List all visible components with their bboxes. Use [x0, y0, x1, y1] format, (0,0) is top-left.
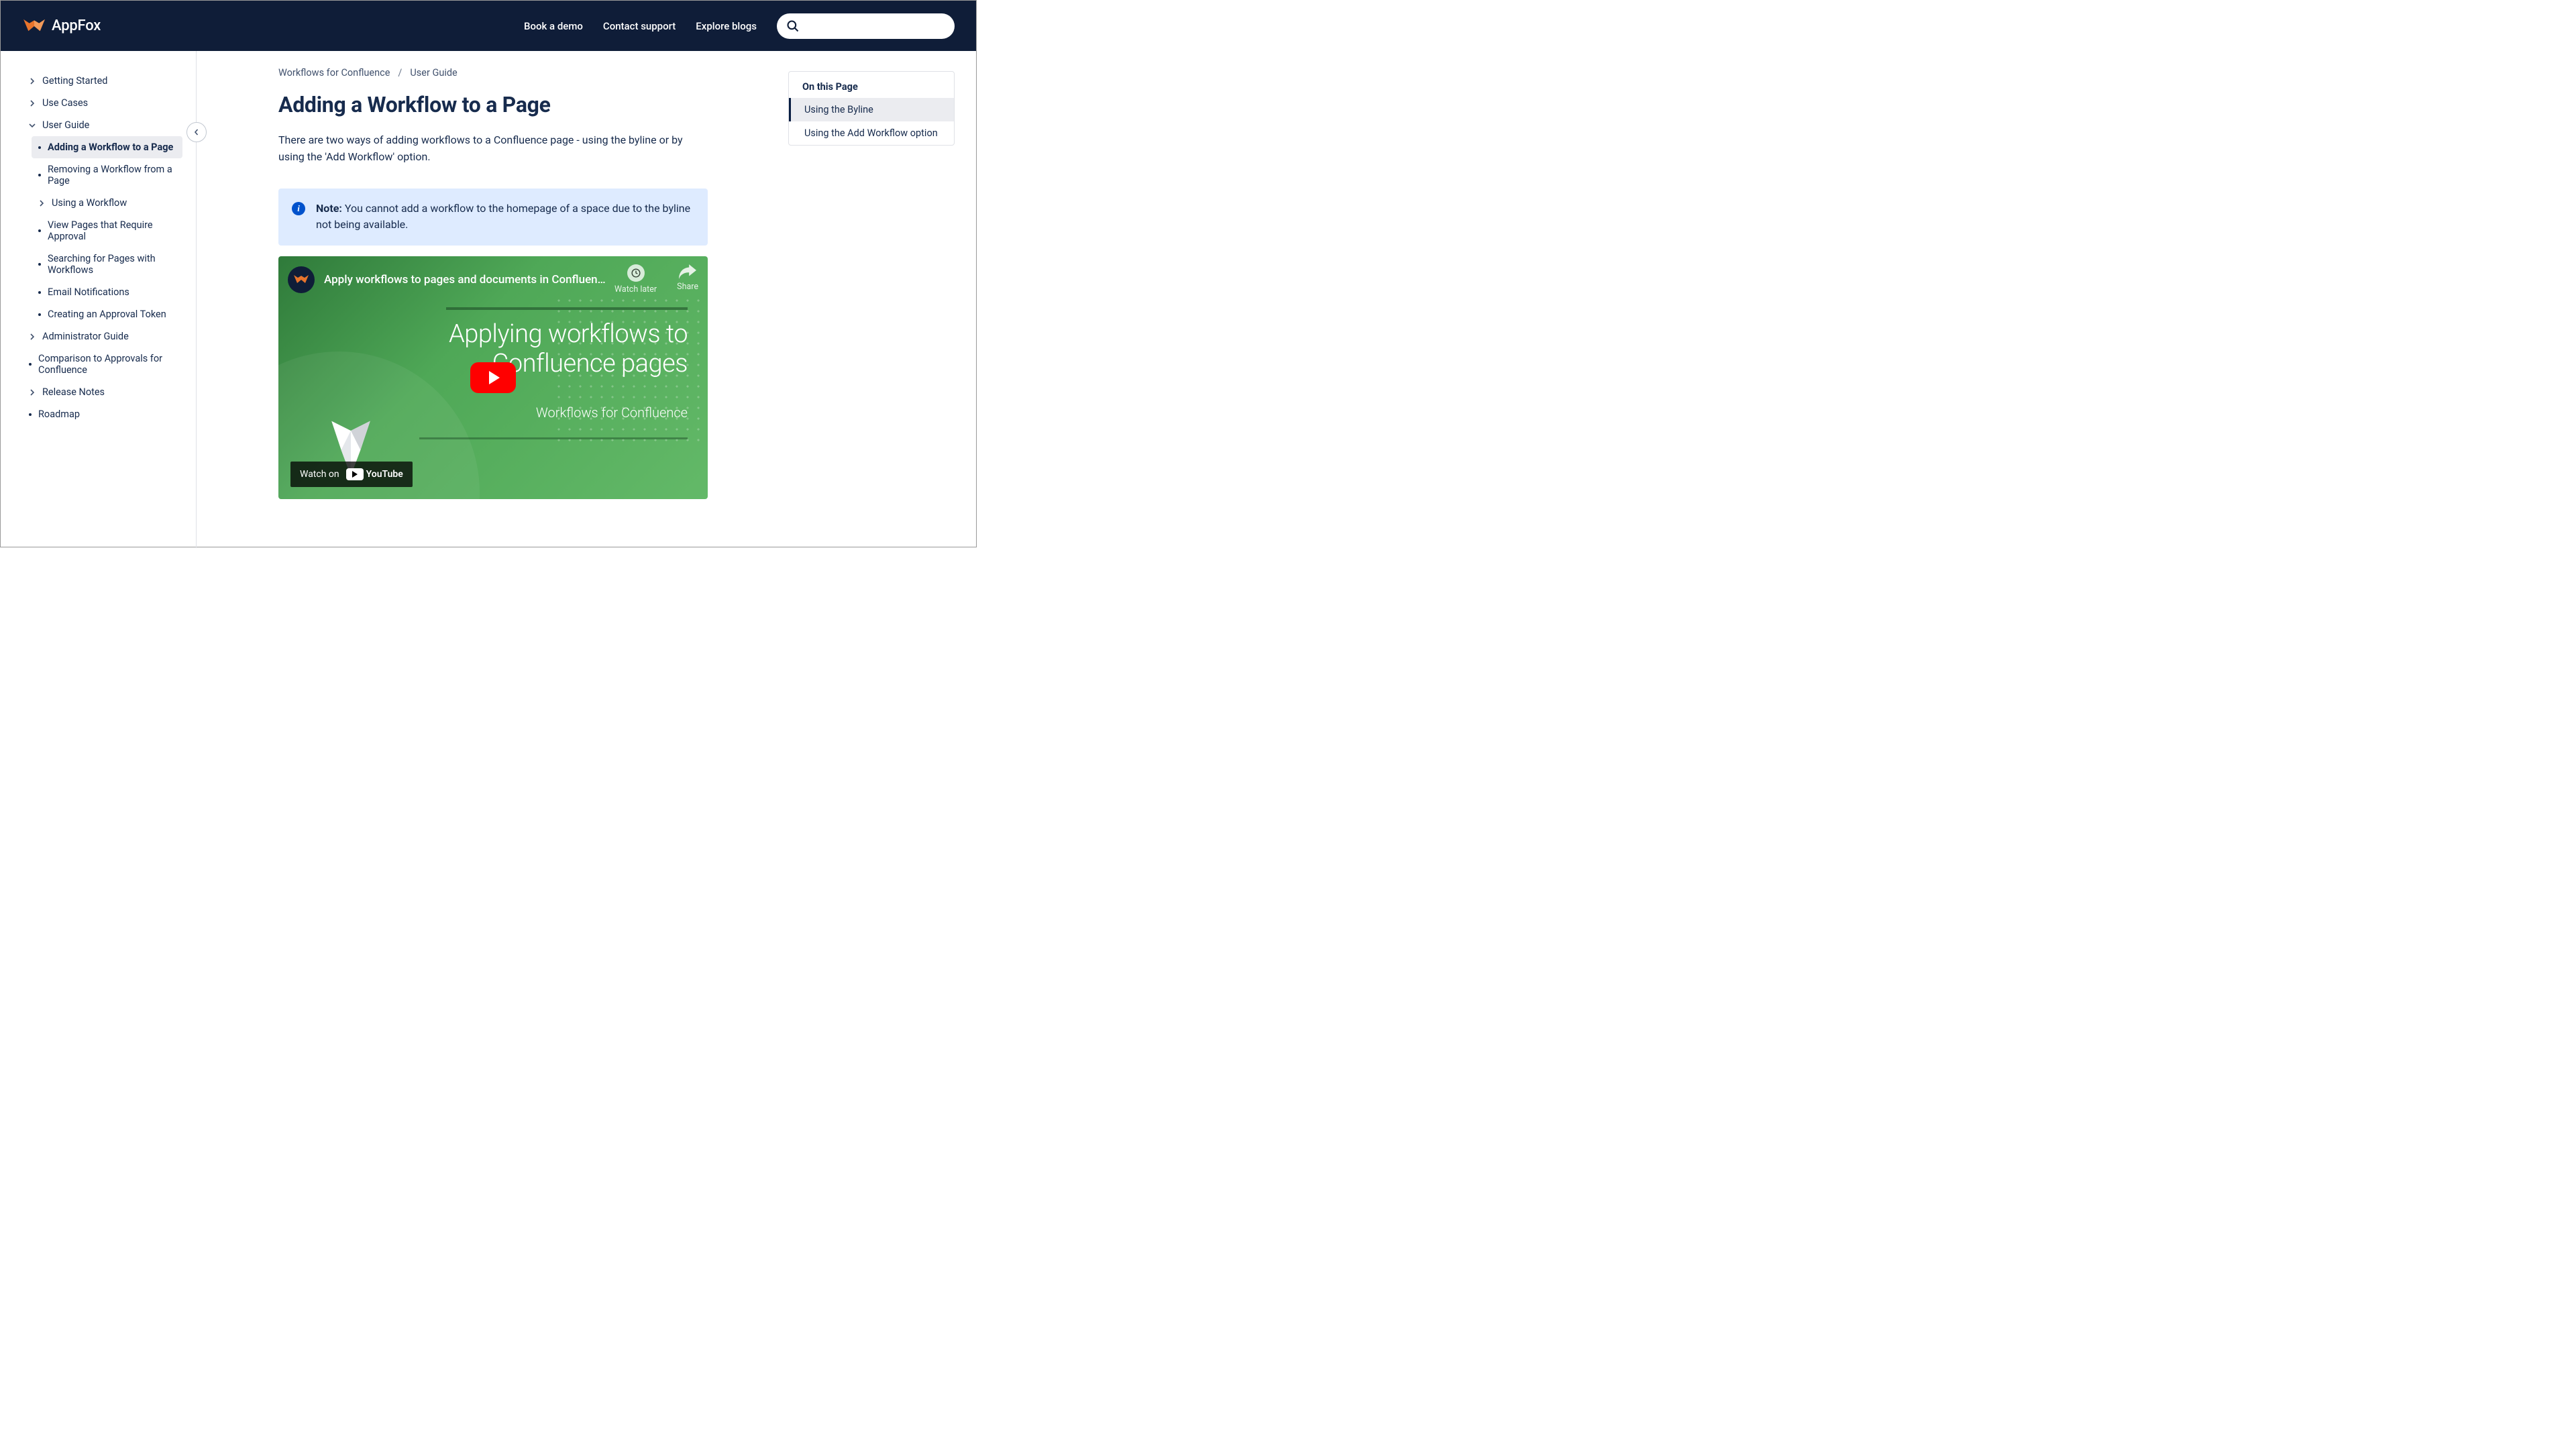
nav-roadmap[interactable]: Roadmap [22, 403, 182, 425]
youtube-logo: YouTube [346, 468, 403, 480]
header-link-blogs[interactable]: Explore blogs [696, 20, 757, 32]
overlay-subline: Workflows for Confluence [449, 405, 688, 421]
bullet-icon [38, 291, 41, 294]
share-icon [679, 264, 696, 279]
nav-label: Creating an Approval Token [48, 309, 166, 320]
note-label: Note: [316, 202, 342, 215]
nav-view-pages-approval[interactable]: View Pages that Require Approval [32, 214, 182, 248]
toc-item-add-workflow[interactable]: Using the Add Workflow option [789, 121, 954, 145]
video-embed[interactable]: Apply workflows to pages and documents i… [278, 256, 708, 499]
clock-icon [627, 264, 645, 282]
nav-label: Comparison to Approvals for Confluence [38, 353, 176, 376]
brand-name: AppFox [52, 17, 101, 34]
chevron-down-icon [29, 122, 36, 129]
appfox-logo-icon [293, 274, 309, 286]
nav-label: Roadmap [38, 409, 80, 420]
nav-label: Adding a Workflow to a Page [48, 142, 173, 153]
search-field[interactable] [777, 13, 955, 39]
header-link-demo[interactable]: Book a demo [524, 20, 583, 32]
nav-label: Getting Started [42, 75, 107, 87]
top-header: AppFox Book a demo Contact support Explo… [1, 1, 976, 51]
channel-avatar[interactable] [288, 266, 315, 293]
play-icon [489, 371, 500, 384]
chevron-right-icon [29, 78, 36, 85]
header-actions: Book a demo Contact support Explore blog… [524, 13, 955, 39]
nav-user-guide[interactable]: User Guide [22, 114, 182, 136]
toc-item-byline[interactable]: Using the Byline [789, 98, 954, 121]
chevron-right-icon [38, 200, 45, 207]
sidebar-nav: Getting Started Use Cases User Guide Add… [1, 51, 197, 548]
play-button[interactable] [470, 362, 516, 393]
nav-label: View Pages that Require Approval [48, 219, 176, 242]
note-text: Note: You cannot add a workflow to the h… [316, 201, 694, 234]
nav-getting-started[interactable]: Getting Started [22, 70, 182, 92]
nav-label: Administrator Guide [42, 331, 129, 342]
chevron-right-icon [29, 389, 36, 396]
on-this-page-panel: On this Page Using the Byline Using the … [788, 71, 955, 146]
bullet-icon [38, 174, 41, 176]
nav-using-workflow[interactable]: Using a Workflow [32, 192, 182, 214]
bullet-icon [38, 313, 41, 316]
nav-label: Use Cases [42, 97, 88, 109]
page-title: Adding a Workflow to a Page [278, 92, 708, 117]
nav-email-notifications[interactable]: Email Notifications [32, 281, 182, 303]
nav-label: Release Notes [42, 386, 105, 398]
nav-label: Using a Workflow [52, 197, 127, 209]
collapse-sidebar-button[interactable] [186, 122, 207, 142]
bullet-icon [29, 413, 32, 416]
nav-removing-workflow[interactable]: Removing a Workflow from a Page [32, 158, 182, 192]
nav-approval-token[interactable]: Creating an Approval Token [32, 303, 182, 325]
info-icon: i [292, 202, 305, 215]
breadcrumb-item[interactable]: Workflows for Confluence [278, 67, 390, 78]
watch-later-button[interactable]: Watch later [614, 264, 657, 294]
search-icon [786, 19, 800, 33]
watch-on-label: Watch on [300, 469, 339, 480]
search-input[interactable] [805, 21, 945, 32]
main-column: Workflows for Confluence / User Guide Ad… [278, 67, 708, 548]
decorative-line [419, 437, 688, 439]
watch-later-label: Watch later [614, 284, 657, 294]
nav-label: User Guide [42, 119, 89, 131]
nav-comparison[interactable]: Comparison to Approvals for Confluence [22, 347, 182, 381]
bullet-icon [38, 263, 41, 266]
video-title[interactable]: Apply workflows to pages and documents i… [324, 273, 606, 286]
bullet-icon [38, 146, 41, 149]
chevron-left-icon [193, 129, 200, 136]
brand-logo[interactable]: AppFox [22, 17, 101, 35]
youtube-text: YouTube [366, 469, 403, 480]
share-label: Share [677, 282, 698, 292]
watch-on-youtube[interactable]: Watch on YouTube [290, 462, 413, 487]
nav-label: Removing a Workflow from a Page [48, 164, 176, 186]
bullet-icon [29, 363, 32, 366]
content-area: Workflows for Confluence / User Guide Ad… [197, 51, 976, 548]
nav-release-notes[interactable]: Release Notes [22, 381, 182, 403]
overlay-line: Applying workflows to [449, 320, 688, 350]
chevron-right-icon [29, 100, 36, 107]
video-title-bar: Apply workflows to pages and documents i… [288, 264, 698, 294]
appfox-logo-icon [22, 17, 46, 35]
nav-label: Email Notifications [48, 286, 129, 298]
header-link-support[interactable]: Contact support [603, 20, 676, 32]
bullet-icon [38, 229, 41, 232]
intro-paragraph: There are two ways of adding workflows t… [278, 132, 708, 166]
nav-admin-guide[interactable]: Administrator Guide [22, 325, 182, 347]
info-callout: i Note: You cannot add a workflow to the… [278, 189, 708, 246]
breadcrumb-item[interactable]: User Guide [410, 67, 457, 78]
nav-searching-pages[interactable]: Searching for Pages with Workflows [32, 248, 182, 281]
toc-title: On this Page [789, 72, 954, 98]
nav-label: Searching for Pages with Workflows [48, 253, 176, 276]
breadcrumb-separator: / [398, 67, 402, 78]
chevron-right-icon [29, 333, 36, 340]
nav-use-cases[interactable]: Use Cases [22, 92, 182, 114]
decorative-line [446, 307, 688, 310]
nav-adding-workflow[interactable]: Adding a Workflow to a Page [32, 136, 182, 158]
share-button[interactable]: Share [677, 264, 698, 294]
note-body: You cannot add a workflow to the homepag… [316, 202, 690, 231]
breadcrumb: Workflows for Confluence / User Guide [278, 67, 708, 78]
